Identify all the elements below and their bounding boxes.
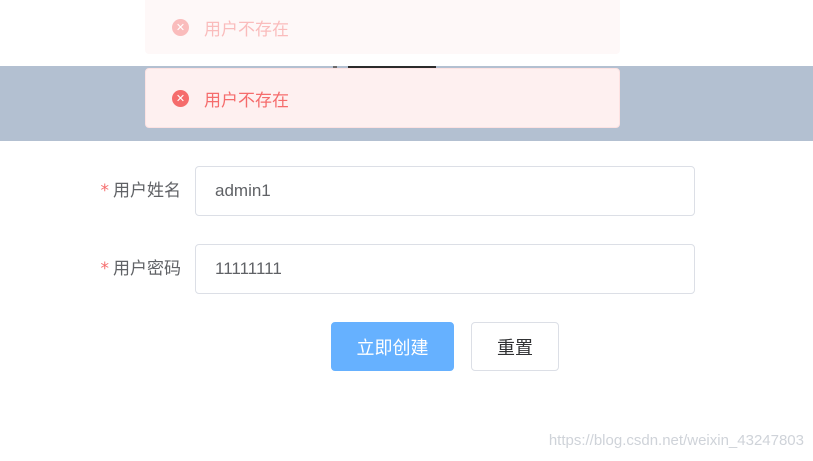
error-message-fading: ✕ 用户不存在: [145, 0, 620, 54]
password-form-item: * 用户密码: [0, 244, 813, 294]
error-circle-icon: ✕: [172, 89, 189, 107]
required-mark: *: [100, 259, 110, 279]
error-message: ✕ 用户不存在: [145, 68, 620, 128]
username-label-text: 用户姓名: [113, 181, 181, 201]
required-mark: *: [100, 181, 110, 201]
reset-button[interactable]: 重置: [471, 322, 559, 371]
username-label: * 用户姓名: [60, 166, 182, 216]
watermark: https://blog.csdn.net/weixin_43247803: [548, 432, 804, 449]
page: ✕ 用户不存在 ✕ 用户不存在 *用户姓名 *用户密码 立即创建 重置 http…: [0, 0, 813, 461]
username-input[interactable]: [195, 166, 695, 216]
username-form-item: * 用户姓名: [0, 166, 813, 216]
error-message-text: 用户不存在: [204, 90, 289, 111]
password-label-text: 用户密码: [113, 259, 181, 279]
error-message-text: 用户不存在: [204, 19, 289, 40]
password-label: * 用户密码: [60, 244, 182, 294]
error-circle-icon: ✕: [172, 18, 189, 36]
create-button[interactable]: 立即创建: [331, 322, 454, 371]
password-input[interactable]: [195, 244, 695, 294]
